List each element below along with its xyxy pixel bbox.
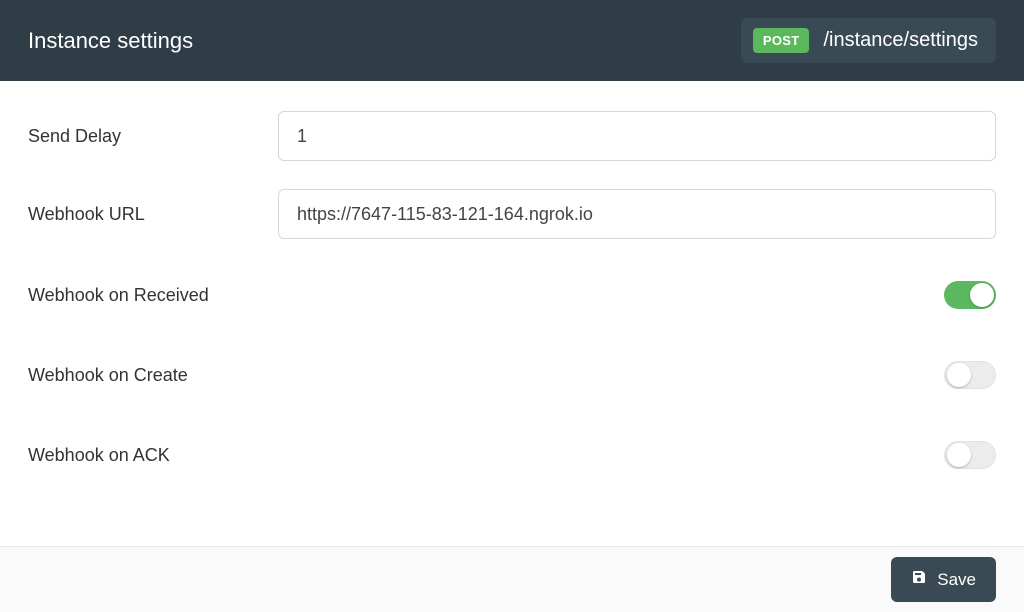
page-header: Instance settings POST /instance/setting…: [0, 0, 1024, 81]
label-send-delay: Send Delay: [28, 126, 278, 147]
toggle-webhook-create[interactable]: [944, 361, 996, 389]
http-method-badge: POST: [753, 28, 810, 53]
toggle-knob: [947, 443, 971, 467]
settings-form: Send Delay Webhook URL Webhook on Receiv…: [0, 81, 1024, 541]
label-webhook-create: Webhook on Create: [28, 365, 278, 386]
save-button-label: Save: [937, 570, 976, 590]
label-webhook-ack: Webhook on ACK: [28, 445, 278, 466]
save-icon: [911, 569, 927, 590]
save-button[interactable]: Save: [891, 557, 996, 602]
row-webhook-received: Webhook on Received: [28, 281, 996, 309]
toggle-webhook-ack[interactable]: [944, 441, 996, 469]
input-send-delay[interactable]: [278, 111, 996, 161]
row-webhook-url: Webhook URL: [28, 189, 996, 239]
page-title: Instance settings: [28, 28, 193, 54]
row-webhook-create: Webhook on Create: [28, 361, 996, 389]
input-webhook-url[interactable]: [278, 189, 996, 239]
row-webhook-ack: Webhook on ACK: [28, 441, 996, 469]
toggle-knob: [947, 363, 971, 387]
endpoint-path: /instance/settings: [823, 29, 978, 52]
toggle-knob: [970, 283, 994, 307]
label-webhook-received: Webhook on Received: [28, 285, 278, 306]
endpoint-pill: POST /instance/settings: [741, 18, 996, 63]
label-webhook-url: Webhook URL: [28, 204, 278, 225]
toggle-webhook-received[interactable]: [944, 281, 996, 309]
page-footer: Save: [0, 546, 1024, 612]
row-send-delay: Send Delay: [28, 111, 996, 161]
